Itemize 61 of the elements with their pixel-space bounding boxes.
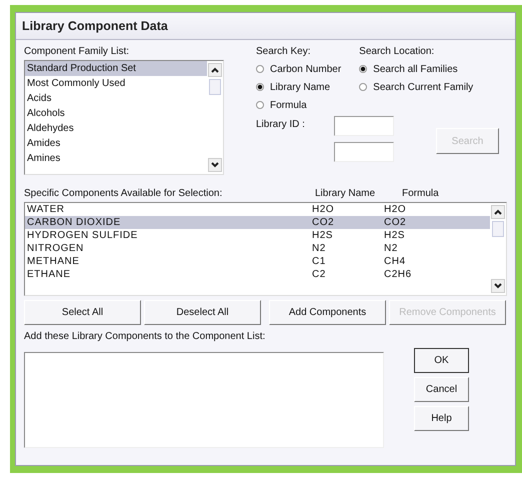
component-name: WATER bbox=[27, 203, 66, 216]
formula-cell: CH4 bbox=[384, 255, 406, 268]
library-name-cell-text: N2 bbox=[312, 242, 327, 255]
formula-cell: C2H6 bbox=[384, 268, 412, 281]
components-list[interactable]: WATER H2O H2O CARBON DIOXIDE CO2 CO2 HYDROGEN SULFIDE H2S H2S NITROGEN N2 N2 METHANE C1 CH4 ETHANE C2 C2H6 bbox=[24, 202, 507, 296]
window-title: Library Component Data bbox=[22, 19, 168, 33]
library-id-label: Library ID : bbox=[256, 118, 306, 130]
dialog-button[interactable]: Cancel bbox=[414, 377, 469, 402]
family-item[interactable]: Acids bbox=[25, 91, 207, 106]
family-item[interactable]: Most Commonly Used bbox=[25, 76, 207, 91]
formula-cell: H2S bbox=[384, 229, 405, 242]
component-name: NITROGEN bbox=[27, 242, 85, 255]
scroll-thumb[interactable] bbox=[209, 79, 221, 95]
component-row[interactable]: WATER H2O H2O bbox=[25, 203, 490, 216]
search-key-radio[interactable]: Formula bbox=[256, 96, 342, 114]
library-id-field[interactable] bbox=[334, 116, 394, 136]
scroll-up-icon[interactable] bbox=[208, 63, 222, 77]
component-row[interactable]: HYDROGEN SULFIDE H2S H2S bbox=[25, 229, 490, 242]
component-name: METHANE bbox=[27, 255, 80, 268]
search-key-label: Search Key: bbox=[256, 46, 312, 57]
formula-cell: CO2 bbox=[384, 216, 406, 229]
action-button[interactable]: Deselect All bbox=[144, 300, 261, 325]
search-location-radio[interactable]: Search all Families bbox=[359, 60, 474, 78]
library-name-cell-text: CO2 bbox=[312, 216, 336, 229]
column-header: Formula bbox=[402, 188, 439, 199]
component-name: CARBON DIOXIDE bbox=[27, 216, 122, 229]
component-row[interactable]: ETHANE C2 C2H6 bbox=[25, 268, 490, 281]
formula-cell: N2 bbox=[384, 242, 398, 255]
library-name-cell-text: C1 bbox=[312, 255, 327, 268]
family-item[interactable]: Standard Production Set bbox=[25, 61, 207, 76]
formula-cell: H2O bbox=[384, 203, 406, 216]
action-button[interactable]: Select All bbox=[24, 300, 141, 325]
family-item[interactable]: Aldehydes bbox=[25, 121, 207, 136]
search-key-radio[interactable]: Carbon Number bbox=[256, 60, 342, 78]
dialog-button[interactable]: OK bbox=[414, 348, 469, 373]
column-header: Library Name bbox=[315, 188, 376, 199]
family-item[interactable]: Amides bbox=[25, 136, 207, 151]
family-list[interactable]: Standard Production Set Most Commonly Used Acids Alcohols Aldehydes Amides Amines bbox=[24, 60, 224, 175]
search-location-label: Search Location: bbox=[359, 46, 436, 57]
component-name: ETHANE bbox=[27, 268, 72, 281]
components-label: Specific Components Available for Selection: bbox=[24, 188, 224, 199]
family-item[interactable]: Alcohols bbox=[25, 106, 207, 121]
scroll-down-icon[interactable] bbox=[491, 279, 505, 293]
add-list-label: Add these Library Components to the Component List: bbox=[24, 331, 266, 342]
search-key-radio[interactable]: Library Name bbox=[256, 78, 342, 96]
dialog-button[interactable]: Help bbox=[414, 406, 469, 431]
scroll-thumb[interactable] bbox=[492, 221, 504, 237]
library-name-cell-text: H2O bbox=[312, 203, 336, 216]
component-row[interactable]: NITROGEN N2 N2 bbox=[25, 242, 490, 255]
component-row[interactable]: CARBON DIOXIDE CO2 CO2 bbox=[25, 216, 490, 229]
search-location-radio[interactable]: Search Current Family bbox=[359, 78, 474, 96]
scroll-down-icon[interactable] bbox=[208, 158, 222, 172]
component-row[interactable]: METHANE C1 CH4 bbox=[25, 255, 490, 268]
library-name-cell-text: C2 bbox=[312, 268, 327, 281]
family-item[interactable]: Amines bbox=[25, 151, 207, 166]
library-name-cell-text: H2S bbox=[312, 229, 334, 242]
scroll-up-icon[interactable] bbox=[491, 205, 505, 219]
family-list-label: Component Family List: bbox=[24, 46, 130, 57]
component-name: HYDROGEN SULFIDE bbox=[27, 229, 139, 242]
library-id-field[interactable] bbox=[334, 142, 394, 162]
action-button[interactable]: Add Components bbox=[269, 300, 386, 325]
